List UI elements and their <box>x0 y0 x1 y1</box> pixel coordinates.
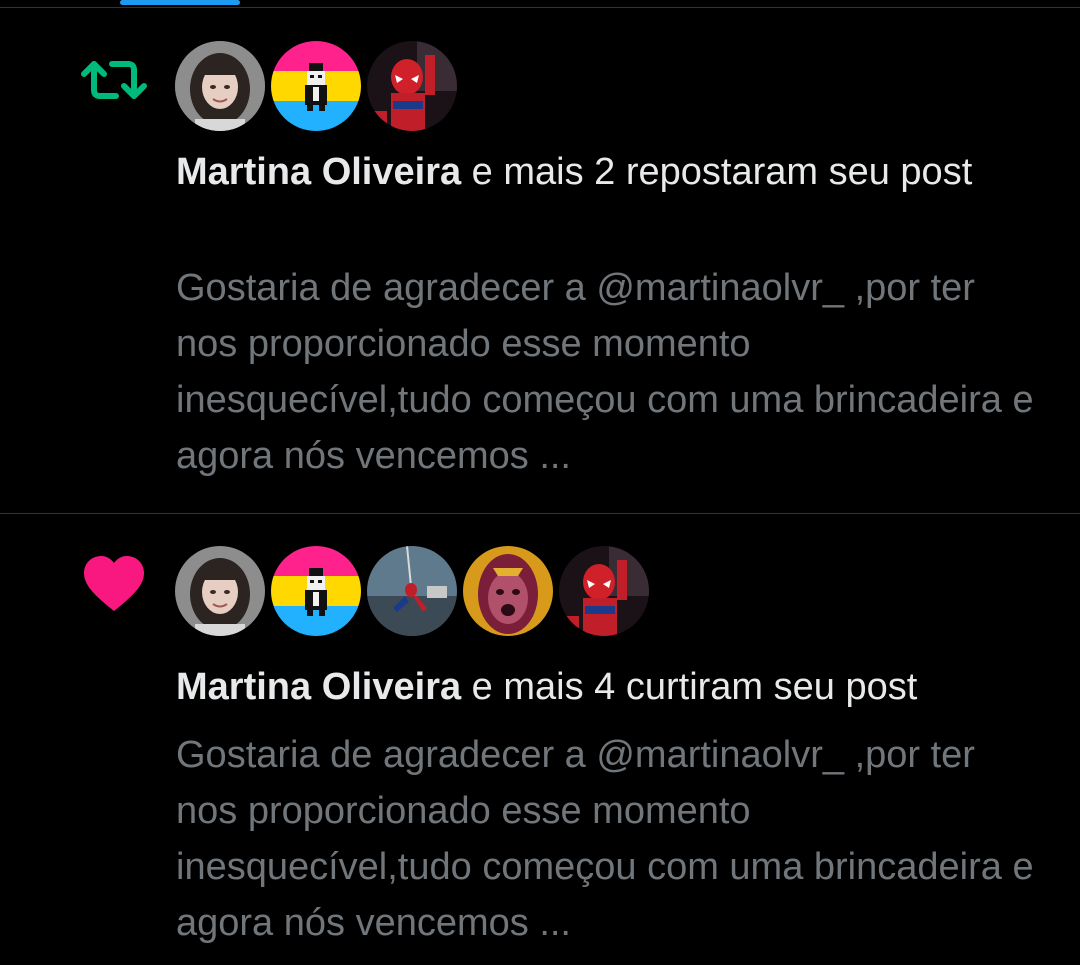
actor-name-link[interactable]: Martina Oliveira <box>176 666 461 708</box>
top-tab-bar <box>0 0 1080 8</box>
avatar-pansexual-flag[interactable] <box>271 41 361 131</box>
avatar-vision[interactable] <box>463 546 553 636</box>
actor-name-link[interactable]: Martina Oliveira <box>176 151 461 193</box>
active-tab-indicator <box>120 0 240 5</box>
notification-headline: Martina Oliveira e mais 4 curtiram seu p… <box>176 659 1036 716</box>
avatar-pansexual-flag[interactable] <box>271 546 361 636</box>
post-preview-text[interactable]: Gostaria de agradecer a @martinaolvr_ ,p… <box>176 260 1036 484</box>
notification-like[interactable]: Martina Oliveira e mais 4 curtiram seu p… <box>0 515 1080 965</box>
avatar-spiderman[interactable] <box>559 546 649 636</box>
heart-icon <box>80 551 148 619</box>
avatar-spiderman-swing[interactable] <box>367 546 457 636</box>
repost-icon <box>80 46 148 114</box>
action-text: e mais 4 curtiram seu post <box>461 666 918 708</box>
post-preview-text[interactable]: Gostaria de agradecer a @martinaolvr_ ,p… <box>176 727 1036 951</box>
actor-avatars <box>175 546 649 638</box>
avatar-martina[interactable] <box>175 546 265 636</box>
notification-repost[interactable]: Martina Oliveira e mais 2 repostaram seu… <box>0 8 1080 514</box>
avatar-martina[interactable] <box>175 41 265 131</box>
notification-headline: Martina Oliveira e mais 2 repostaram seu… <box>176 144 1036 201</box>
action-text: e mais 2 repostaram seu post <box>461 151 973 193</box>
avatar-spiderman[interactable] <box>367 41 457 131</box>
actor-avatars <box>175 41 457 133</box>
